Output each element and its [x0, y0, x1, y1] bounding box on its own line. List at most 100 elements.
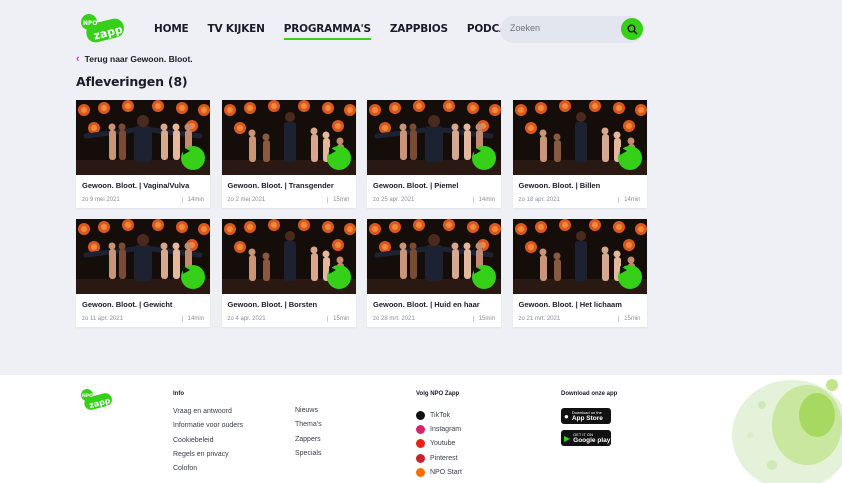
- episode-thumbnail[interactable]: [367, 100, 501, 175]
- footer-link-regels-en-privacy[interactable]: Regels en privacy: [173, 451, 243, 465]
- site-header: NPO zapp HOME TV KIJKEN PROGRAMMA'S ZAPPBIO…: [0, 0, 842, 58]
- svg-text:NPO: NPO: [83, 20, 98, 27]
- episode-title: Gewoon. Bloot. | Gewicht: [82, 300, 173, 309]
- episode-date: zo 2 mei 2021: [227, 197, 266, 203]
- episode-date: zo 9 mei 2021: [82, 197, 120, 203]
- search-icon: [627, 24, 638, 35]
- episode-card[interactable]: Gewoon. Bloot. | Vagina/Vulva zo 9 mei 20…: [76, 100, 210, 208]
- episode-thumbnail[interactable]: [512, 100, 647, 175]
- play-icon: [183, 266, 190, 274]
- footer-link-vraag-en-antwoord[interactable]: Vraag en antwoord: [173, 408, 243, 422]
- footer-link-colofon[interactable]: Colofon: [173, 465, 243, 479]
- episode-thumbnail[interactable]: [221, 219, 356, 294]
- episode-duration: 15min: [327, 197, 350, 203]
- play-button[interactable]: [181, 146, 205, 170]
- footer-info-heading: Info: [173, 391, 184, 397]
- play-icon: [619, 266, 627, 274]
- svg-text:NPO: NPO: [82, 393, 93, 399]
- footer-app-heading: Download onze app: [561, 391, 618, 397]
- pinterest-icon: [416, 453, 425, 463]
- footer-npo-zapp-logo[interactable]: NPO zapp: [79, 388, 113, 414]
- episode-card[interactable]: Gewoon. Bloot. | Billen zo 18 apr. 2021 14…: [512, 100, 647, 208]
- episode-duration: 14min: [181, 316, 204, 322]
- play-button[interactable]: [326, 265, 351, 289]
- footer-info-column: Info Vraag en antwoord Informatie voor ou…: [173, 391, 243, 479]
- footer-link-zappers[interactable]: Zappers: [295, 436, 322, 450]
- social-link-label: TikTok: [430, 411, 450, 419]
- chevron-left-icon: ‹: [76, 53, 80, 65]
- footer-info-column-2: Nieuws Thema's Zappers Specials: [295, 407, 322, 464]
- back-link[interactable]: ‹ Terug naar Gewoon. Bloot.: [76, 53, 193, 65]
- footer-link-thema-s[interactable]: Thema's: [295, 421, 322, 435]
- social-link-label: Instagram: [430, 425, 462, 433]
- episode-duration: 14min: [618, 197, 641, 203]
- social-link-pinterest[interactable]: Pinterest: [416, 451, 462, 465]
- episode-date: zo 18 apr. 2021: [518, 197, 560, 203]
- episode-title: Gewoon. Bloot. | Het lichaam: [518, 300, 622, 309]
- apple-icon: ●: [564, 411, 569, 421]
- social-link-tiktok[interactable]: TikTok: [416, 408, 462, 422]
- social-link-instagram[interactable]: Instagram: [416, 422, 462, 436]
- nav-item-tv-kijken[interactable]: TV KIJKEN: [208, 23, 265, 40]
- footer-link-nieuws[interactable]: Nieuws: [295, 407, 322, 421]
- episode-date: zo 21 mrt. 2021: [518, 316, 561, 322]
- footer-social-column: Volg NPO Zapp TikTok Instagram Youtube Pint…: [416, 391, 462, 479]
- episode-duration: 14min: [472, 197, 495, 203]
- google-play-big-text: Google play: [573, 437, 611, 444]
- episode-thumbnail[interactable]: [512, 219, 647, 294]
- site-footer: NPO zapp Info Vraag en antwoord Informati…: [0, 375, 842, 483]
- play-icon: [474, 147, 481, 155]
- episode-card[interactable]: Gewoon. Bloot. | Het lichaam zo 21 mrt. 2…: [512, 219, 647, 327]
- episode-card[interactable]: Gewoon. Bloot. | Transgender zo 2 mei 202…: [221, 100, 356, 208]
- nav-item-zappbios[interactable]: ZAPPBIOS: [390, 23, 448, 40]
- episode-thumbnail[interactable]: [221, 100, 356, 175]
- play-button[interactable]: [617, 265, 642, 289]
- episode-card[interactable]: Gewoon. Bloot. | Gewicht zo 11 apr. 2021 1…: [76, 219, 210, 327]
- social-link-label: Pinterest: [430, 454, 458, 462]
- footer-link-cookiebeleid[interactable]: Cookiebeleid: [173, 437, 243, 451]
- play-icon: [328, 147, 336, 155]
- social-link-label: NPO Start: [430, 468, 462, 476]
- play-button[interactable]: [472, 146, 496, 170]
- google-play-badge[interactable]: ▶ GET IT ON Google play: [561, 430, 611, 446]
- play-icon: [474, 266, 481, 274]
- play-button[interactable]: [472, 265, 496, 289]
- app-store-badge[interactable]: ● Download on the App Store: [561, 408, 611, 424]
- search-bar: [500, 16, 643, 43]
- episode-card[interactable]: Gewoon. Bloot. | Piemel zo 25 apr. 2021 14…: [367, 100, 501, 208]
- episode-thumbnail[interactable]: [367, 219, 501, 294]
- play-icon: [619, 147, 627, 155]
- episode-card[interactable]: Gewoon. Bloot. | Huid en haar zo 28 mrt. …: [367, 219, 501, 327]
- social-link-youtube[interactable]: Youtube: [416, 437, 462, 451]
- play-icon: [328, 266, 336, 274]
- episode-thumbnail[interactable]: [76, 100, 210, 175]
- tiktok-icon: [416, 410, 425, 420]
- search-button[interactable]: [621, 18, 643, 40]
- play-button[interactable]: [326, 146, 351, 170]
- social-link-label: Youtube: [430, 440, 456, 448]
- episode-title: Gewoon. Bloot. | Billen: [518, 181, 601, 190]
- nav-item-programma-s[interactable]: PROGRAMMA'S: [283, 23, 371, 40]
- footer-social-heading: Volg NPO Zapp: [416, 391, 460, 397]
- episode-title: Gewoon. Bloot. | Vagina/Vulva: [82, 181, 190, 190]
- social-link-npo-start[interactable]: NPO Start: [416, 465, 462, 479]
- episode-date: zo 11 apr. 2021: [82, 316, 123, 322]
- episode-date: zo 25 apr. 2021: [373, 197, 415, 203]
- episode-card[interactable]: Gewoon. Bloot. | Borsten zo 4 apr. 2021 15…: [221, 219, 356, 327]
- episode-date: zo 4 apr. 2021: [227, 316, 266, 322]
- episode-title: Gewoon. Bloot. | Piemel: [373, 181, 459, 190]
- episode-duration: 15min: [472, 316, 495, 322]
- footer-link-specials[interactable]: Specials: [295, 450, 322, 464]
- search-input[interactable]: [510, 23, 610, 33]
- episode-title: Gewoon. Bloot. | Borsten: [227, 300, 318, 309]
- npo-zapp-logo[interactable]: NPO zapp: [78, 12, 126, 48]
- nav-item-home[interactable]: HOME: [154, 23, 189, 40]
- instagram-icon: [416, 424, 425, 434]
- paint-splash-decoration: [732, 379, 842, 483]
- episode-thumbnail[interactable]: [76, 219, 210, 294]
- episode-duration: 15min: [618, 316, 641, 322]
- play-button[interactable]: [617, 146, 642, 170]
- footer-link-informatie-voor-ouders[interactable]: Informatie voor ouders: [173, 422, 243, 436]
- youtube-icon: [416, 439, 425, 449]
- play-button[interactable]: [181, 265, 205, 289]
